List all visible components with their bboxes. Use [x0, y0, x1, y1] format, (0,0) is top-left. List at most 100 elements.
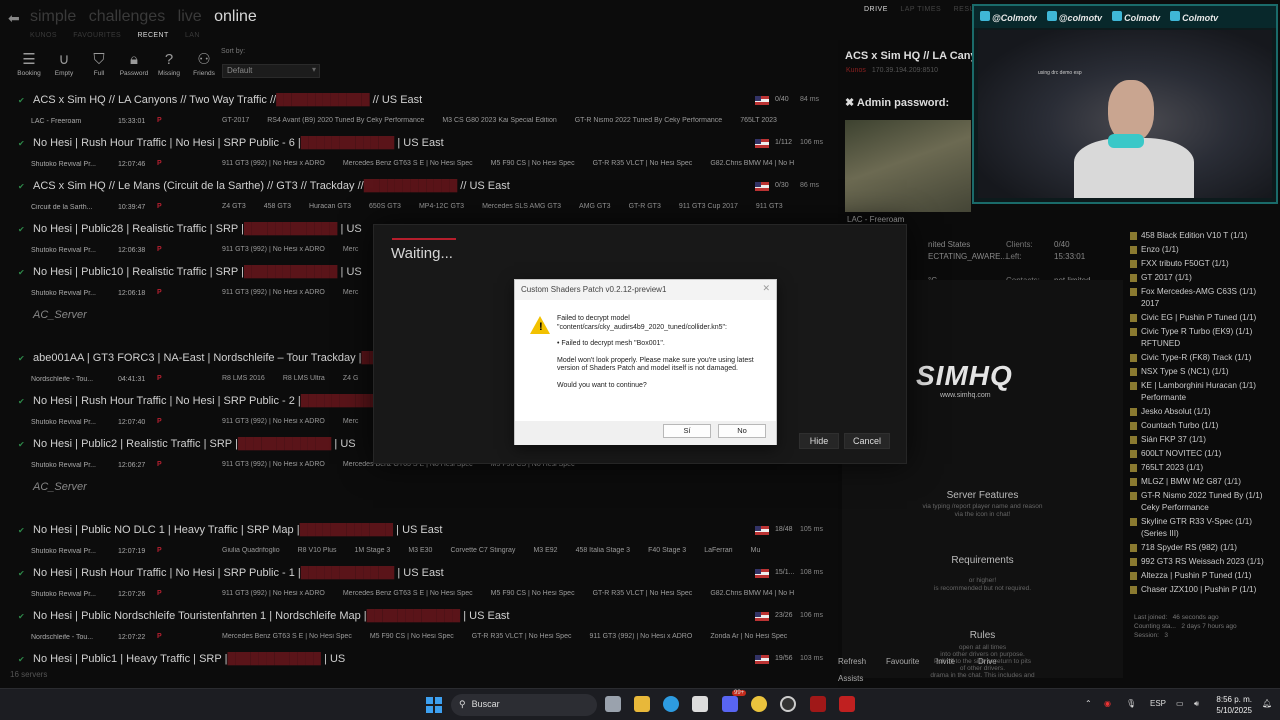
twitter-icon [980, 11, 990, 21]
subtab-kunos[interactable]: KUNOS [30, 32, 57, 39]
car-list-item[interactable]: 600LT NOVITEC (1/1) [1128, 448, 1276, 460]
invite-button[interactable]: Invite [936, 657, 955, 666]
car-list-item[interactable]: MLGZ | BMW M2 G87 (1/1) [1128, 476, 1276, 488]
car-list-item[interactable]: 458 Black Edition V10 T (1/1) [1128, 230, 1276, 242]
car-list-item[interactable]: 992 GT3 RS Weissach 2023 (1/1) [1128, 556, 1276, 568]
empty-icon: ∪ [58, 51, 70, 68]
car-list-item[interactable]: Enzo (1/1) [1128, 244, 1276, 256]
edge-icon[interactable] [663, 696, 679, 712]
player-count: 0/40 [775, 96, 789, 103]
taskbar-search[interactable]: ⚲ Buscar [451, 694, 597, 716]
server-row[interactable]: ✔ No Hesi | Rush Hour Traffic | No Hesi |… [0, 133, 830, 176]
car-list-item[interactable]: Civic Type-R (FK8) Track (1/1) [1128, 352, 1276, 364]
language-indicator[interactable]: ESP [1150, 699, 1166, 708]
server-row[interactable]: ✔ No Hesi | Public NO DLC 1 | Heavy Traff… [0, 520, 830, 563]
car-tag: M3 E30 [408, 547, 433, 554]
file-explorer-icon[interactable] [634, 696, 650, 712]
car-list-item[interactable]: NSX Type S (NC1) (1/1) [1128, 366, 1276, 378]
record-icon[interactable]: ◉ [1104, 699, 1111, 708]
no-button[interactable]: No [718, 424, 766, 438]
car-list-item[interactable]: Chaser JZX100 | Pushin P (1/1) [1128, 584, 1276, 596]
notification-bell-icon[interactable]: 🔔︎ [1262, 699, 1272, 708]
cancel-button[interactable]: Cancel [844, 433, 890, 449]
assists-button[interactable]: Assists [838, 674, 863, 683]
server-group-header: AC_Server [0, 477, 830, 520]
content-manager-icon[interactable] [839, 696, 855, 712]
stat-row: Counting sta... 2 days 7 hours ago [1134, 623, 1237, 630]
status-check-icon: ✔ [18, 139, 25, 148]
car-tag: GT-R R35 VLCT | No Hesi Spec [592, 590, 693, 597]
car-tag: GT-R Nismo 2022 Tuned By Ceky Performanc… [574, 117, 723, 124]
tab-challenges[interactable]: challenges [89, 8, 166, 25]
practice-badge: P [157, 461, 162, 468]
sort-select[interactable]: Default [222, 64, 320, 78]
car-tags: Mercedes Benz GT63 S E | No Hesi Spec M5 … [222, 633, 828, 640]
tab-online[interactable]: online [214, 8, 257, 25]
tab-simple[interactable]: simple [30, 8, 76, 25]
car-tag: AMG GT3 [579, 203, 611, 210]
car-list-item[interactable]: KE | Lamborghini Huracan (1/1) Performan… [1128, 380, 1276, 404]
server-row[interactable]: ✔ No Hesi | Public Nordschleife Touristen… [0, 606, 830, 649]
track-preview-image [845, 120, 971, 212]
car-list-item[interactable]: Civic Type R Turbo (EK9) (1/1) RFTUNED [1128, 326, 1276, 350]
subtab-recent[interactable]: RECENT [137, 32, 168, 39]
subtab-lan[interactable]: LAN [185, 32, 200, 39]
car-tag: MP4-12C GT3 [418, 203, 465, 210]
drive-button[interactable]: Drive [978, 657, 997, 666]
server-row[interactable]: ✔ ACS x Sim HQ // Le Mans (Circuit de la … [0, 176, 830, 219]
car-list-item[interactable]: Fox Mercedes-AMG C63S (1/1) 2017 [1128, 286, 1276, 310]
car-list-item[interactable]: GT 2017 (1/1) [1128, 272, 1276, 284]
filter-missing[interactable]: ? Missing [152, 50, 186, 80]
discord-icon[interactable] [722, 696, 738, 712]
car-list-item[interactable]: FXX tributo F50GT (1/1) [1128, 258, 1276, 270]
chevron-up-icon[interactable]: ⌃ [1085, 699, 1092, 708]
practice-badge: P [157, 547, 162, 554]
session-time: 12:07:19 [118, 548, 146, 555]
filter-booking[interactable]: ☰ Booking [12, 50, 46, 80]
assetto-corsa-icon[interactable] [810, 696, 826, 712]
car-tags: Z4 GT3 458 GT3 Huracan GT3 650S GT3 MP4-12C … [222, 203, 828, 210]
filter-password[interactable]: 🔒︎ Password [117, 50, 151, 80]
filter-full[interactable]: ⛉ Full [82, 50, 116, 80]
server-row[interactable]: ✔ ACS x Sim HQ // LA Canyons // Two Way T… [0, 90, 830, 133]
back-arrow-icon[interactable]: ⬅ [8, 10, 22, 26]
server-row[interactable]: ✔ No Hesi | Public1 | Heavy Traffic | SRP… [0, 649, 830, 692]
car-list-item[interactable]: GT-R Nismo 2022 Tuned By (1/1) Ceky Perf… [1128, 490, 1276, 514]
car-list-item[interactable]: Civic EG | Pushin P Tuned (1/1) [1128, 312, 1276, 324]
network-icon[interactable]: ▭ [1176, 699, 1184, 708]
store-icon[interactable] [692, 696, 708, 712]
steam-icon[interactable] [780, 696, 796, 712]
car-list-item[interactable]: Altezza | Pushin P Tuned (1/1) [1128, 570, 1276, 582]
car-list-item[interactable]: 765LT 2023 (1/1) [1128, 462, 1276, 474]
volume-icon[interactable]: 🔊︎ [1194, 699, 1199, 709]
yes-button[interactable]: Sí [663, 424, 711, 438]
friends-icon: ⚇ [197, 51, 211, 68]
status-check-icon: ✔ [18, 526, 25, 535]
tab-live[interactable]: live [178, 8, 202, 25]
favourite-button[interactable]: Favourite [886, 657, 919, 666]
server-row[interactable]: ✔ No Hesi | Rush Hour Traffic | No Hesi |… [0, 563, 830, 606]
car-tag: Corvette C7 Stingray [450, 547, 516, 554]
car-list-item[interactable]: 718 Spyder RS (982) (1/1) [1128, 542, 1276, 554]
clock[interactable]: 8:56 p. m. 5/10/2025 [1210, 694, 1252, 716]
close-icon[interactable]: ✕ [762, 283, 770, 294]
car-list-item[interactable]: Skyline GTR R33 V-Spec (1/1) (Series III… [1128, 516, 1276, 540]
car-tag: 911 GT3 [755, 203, 783, 210]
car-tag: 911 GT3 (992) | No Hesi x ADRO [222, 160, 325, 167]
admin-password-label[interactable]: ✖ Admin password: [845, 96, 949, 109]
chrome-icon[interactable] [751, 696, 767, 712]
car-list-item[interactable]: Countach Turbo (1/1) [1128, 420, 1276, 432]
tab-drive[interactable]: DRIVE [864, 6, 888, 13]
hide-button[interactable]: Hide [799, 433, 839, 449]
filter-friends[interactable]: ⚇ Friends [187, 50, 221, 80]
car-list-item[interactable]: Jesko Absolut (1/1) [1128, 406, 1276, 418]
filter-empty[interactable]: ∪ Empty [47, 50, 81, 80]
refresh-button[interactable]: Refresh [838, 657, 866, 666]
country-flag-icon [755, 655, 769, 664]
windows-start-icon[interactable] [426, 697, 442, 713]
car-list-item[interactable]: Sián FKP 37 (1/1) [1128, 434, 1276, 446]
task-view-icon[interactable] [605, 696, 621, 712]
subtab-favourites[interactable]: FAVOURITES [73, 32, 121, 39]
tab-lap-times[interactable]: LAP TIMES [900, 6, 941, 13]
microphone-icon[interactable]: 🎙︎ [1126, 699, 1136, 708]
